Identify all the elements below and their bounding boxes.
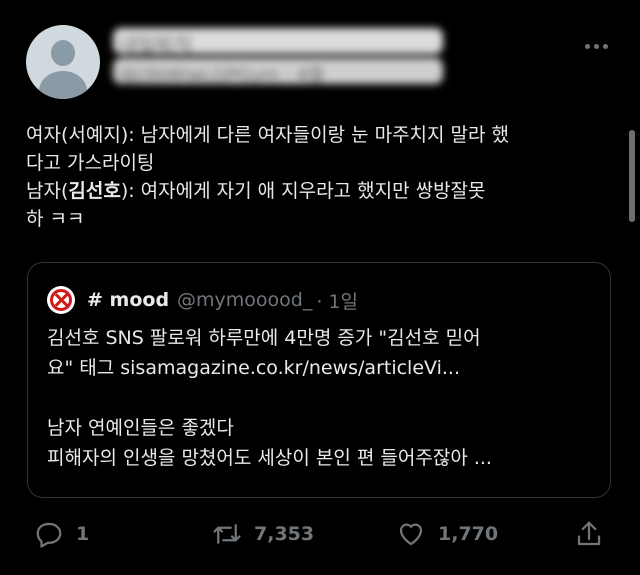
retweet-count: 7,353 bbox=[254, 523, 315, 545]
quote-spacer bbox=[47, 383, 597, 413]
avatar[interactable] bbox=[26, 25, 100, 99]
like-icon bbox=[399, 523, 423, 546]
quote-timestamp: · 1일 bbox=[316, 290, 359, 313]
quote-line: 김선호 SNS 팔로워 하루만에 4만명 증가 "김선호 믿어 bbox=[47, 327, 481, 349]
tweet-text: 여자(서예지): 남자에게 다른 여자들이랑 눈 마주치지 말라 했다고 가스라… bbox=[26, 121, 611, 233]
like-count: 1,770 bbox=[438, 523, 499, 545]
tweet-line: 여자(서예지): 남자에게 다른 여자들이랑 눈 마주치지 말라 했 bbox=[26, 124, 510, 146]
tweet-bold-name: 김선호 bbox=[68, 180, 121, 202]
tweet-line: 하 ㅋㅋ bbox=[26, 208, 85, 230]
scrollbar[interactable] bbox=[629, 130, 635, 222]
quote-avatar[interactable] bbox=[47, 286, 75, 314]
retweet-icon bbox=[213, 524, 241, 544]
quote-line: 남자 연예인들은 좋겠다 bbox=[47, 417, 234, 439]
reply-icon bbox=[36, 522, 62, 548]
quote-line: 요" 태그 sisamagazine.co.kr/news/articleVi.… bbox=[47, 357, 460, 379]
avatar-body-shape bbox=[39, 71, 87, 99]
quote-author-handle: @mymooood_ bbox=[177, 289, 313, 311]
tweet-line: 다고 가스라이팅 bbox=[26, 152, 155, 174]
quote-text: 김선호 SNS 팔로워 하루만에 4만명 증가 "김선호 믿어요" 태그 sis… bbox=[47, 323, 597, 473]
reply-count: 1 bbox=[76, 523, 90, 545]
more-dot bbox=[594, 44, 599, 49]
action-bar: 1 7,353 1,770 bbox=[0, 515, 640, 555]
tweet-line-part: 남자( bbox=[26, 180, 69, 202]
more-icon[interactable] bbox=[585, 44, 608, 49]
quote-header: # mood @mymooood_ · 1일 bbox=[47, 286, 358, 314]
like-button[interactable]: 1,770 bbox=[396, 519, 498, 549]
tweet-line-part: ): 여자에게 자기 애 지우라고 했지만 쌍방잘못 bbox=[120, 180, 486, 202]
retweet-button[interactable]: 7,353 bbox=[212, 519, 314, 549]
reply-button[interactable]: 1 bbox=[34, 519, 89, 549]
more-dot bbox=[603, 44, 608, 49]
share-button[interactable] bbox=[574, 519, 616, 549]
quote-line: 피해자의 인생을 망쳤어도 세상이 본인 편 들어주잖아 ... bbox=[47, 447, 492, 469]
quote-tweet-card[interactable]: # mood @mymooood_ · 1일 김선호 SNS 팔로워 하루만에 … bbox=[27, 262, 611, 498]
share-icon bbox=[577, 521, 601, 546]
author-info-redacted[interactable]: 내일퇴직 @J3bWiwLGPGym · 4월 bbox=[113, 28, 443, 90]
tweet-line: 남자(김선호): 여자에게 자기 애 지우라고 했지만 쌍방잘못 bbox=[26, 177, 611, 205]
author-name: 내일퇴직 bbox=[119, 33, 193, 57]
more-dot bbox=[585, 44, 590, 49]
author-handle: @J3bWiwLGPGym · 4월 bbox=[119, 65, 325, 86]
quote-author-name: # mood bbox=[87, 289, 170, 311]
avatar-head-shape bbox=[51, 40, 75, 66]
